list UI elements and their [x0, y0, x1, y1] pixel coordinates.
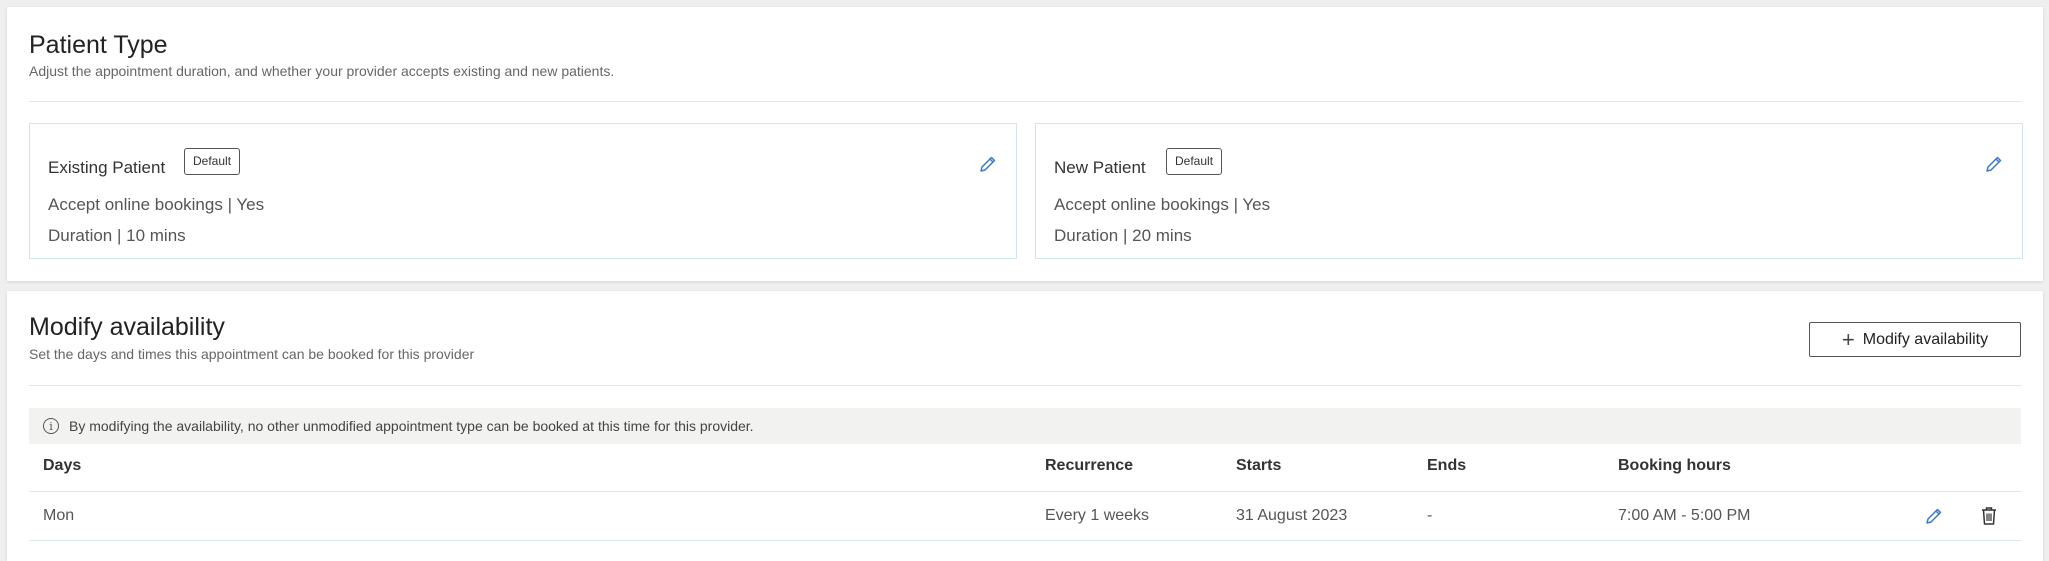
availability-title: Modify availability: [29, 313, 225, 341]
patient-type-name: Existing Patient: [48, 158, 166, 177]
availability-subtitle: Set the days and times this appointment …: [29, 346, 475, 362]
pencil-icon: [1926, 508, 1942, 524]
duration-text: Duration | 10 mins: [48, 226, 186, 245]
cell-starts: 31 August 2023: [1236, 507, 1348, 524]
pencil-icon: [1986, 156, 2002, 172]
patient-type-name: New Patient: [1054, 158, 1146, 177]
accept-bookings-text: Accept online bookings | Yes: [1054, 195, 1271, 214]
delete-availability-row-button[interactable]: [1977, 504, 2001, 528]
pencil-icon: [980, 156, 996, 172]
column-header-ends: Ends: [1427, 457, 1467, 474]
cell-recurrence: Every 1 weeks: [1045, 507, 1150, 524]
info-text: By modifying the availability, no other …: [69, 418, 754, 434]
info-banner: i By modifying the availability, no othe…: [29, 408, 2021, 444]
duration-text: Duration | 20 mins: [1054, 226, 1192, 245]
patient-type-subtitle: Adjust the appointment duration, and whe…: [29, 63, 615, 79]
column-header-starts: Starts: [1236, 457, 1282, 474]
cell-ends: -: [1427, 507, 1433, 524]
existing-patient-card: Existing Patient Default Accept online b…: [29, 123, 1017, 259]
info-icon: i: [43, 418, 59, 434]
cell-booking-hours: 7:00 AM - 5:00 PM: [1618, 507, 1751, 524]
new-patient-card: New Patient Default Accept online bookin…: [1035, 123, 2023, 259]
default-badge: Default: [1166, 148, 1223, 175]
default-badge: Default: [184, 148, 241, 175]
column-header-booking-hours: Booking hours: [1618, 457, 1731, 474]
cell-days: Mon: [43, 507, 75, 524]
divider: [29, 385, 2021, 386]
table-divider: [29, 540, 2021, 541]
column-header-recurrence: Recurrence: [1045, 457, 1134, 474]
table-divider: [29, 491, 2021, 492]
modify-availability-label: Modify availability: [1862, 330, 1989, 348]
edit-existing-patient-button[interactable]: [976, 152, 1000, 176]
divider: [29, 101, 2021, 102]
accept-bookings-text: Accept online bookings | Yes: [48, 195, 265, 214]
edit-new-patient-button[interactable]: [1982, 152, 2006, 176]
plus-icon: +: [1841, 326, 1855, 352]
patient-type-title: Patient Type: [29, 31, 168, 59]
trash-icon: [1982, 507, 1996, 525]
column-header-days: Days: [43, 457, 82, 474]
edit-availability-row-button[interactable]: [1922, 504, 1946, 528]
modify-availability-button[interactable]: + Modify availability: [1809, 322, 2021, 357]
availability-section: Modify availability Set the days and tim…: [7, 291, 2043, 561]
patient-type-section: Patient Type Adjust the appointment dura…: [7, 7, 2043, 281]
